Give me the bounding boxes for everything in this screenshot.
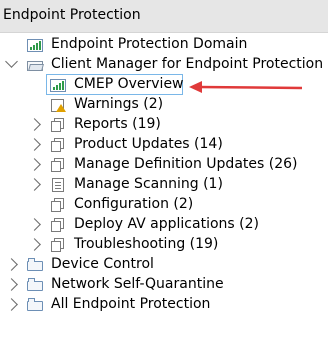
warning-report-icon — [50, 98, 66, 112]
chart-icon — [27, 38, 43, 52]
tree-item-label: Endpoint Protection Domain — [51, 36, 248, 52]
expand-arrow-icon[interactable] — [5, 258, 18, 271]
expand-arrow-icon[interactable] — [5, 55, 18, 68]
multi-doc-icon — [50, 158, 66, 172]
tree-item-troubleshooting[interactable]: Troubleshooting (19) — [0, 235, 328, 255]
expand-arrow-icon[interactable] — [28, 178, 41, 191]
tree-item-label: Network Self-Quarantine — [51, 276, 224, 292]
tree-item-product-updates[interactable]: Product Updates (14) — [0, 135, 328, 155]
annotation-arrow-icon — [189, 81, 303, 93]
tree-item-label: Product Updates (14) — [74, 136, 223, 152]
reports-icon — [50, 118, 66, 132]
tree-item-label: Troubleshooting (19) — [74, 236, 219, 252]
open-folder-icon — [27, 58, 44, 72]
doc-icon — [50, 178, 66, 192]
multi-doc-icon — [50, 138, 66, 152]
tree-item-label: Reports (19) — [74, 116, 161, 132]
tree-item-configuration[interactable]: Configuration (2) — [0, 195, 328, 215]
multi-doc-icon — [50, 238, 66, 252]
panel-header: Endpoint Protection — [0, 0, 328, 33]
tree-item-label: Manage Definition Updates (26) — [74, 156, 298, 172]
tree-item-client-manager[interactable]: Client Manager for Endpoint Protection — [0, 55, 328, 75]
tree-item-manage-definition-updates[interactable]: Manage Definition Updates (26) — [0, 155, 328, 175]
tree-item-label: Warnings (2) — [74, 96, 164, 112]
tree-item-all-endpoint-protection[interactable]: All Endpoint Protection — [0, 295, 328, 315]
tree-item-label: Manage Scanning (1) — [74, 176, 223, 192]
expand-arrow-icon[interactable] — [28, 138, 41, 151]
expand-arrow-icon[interactable] — [5, 278, 18, 291]
expand-arrow-icon[interactable] — [28, 238, 41, 251]
expand-arrow-icon[interactable] — [28, 218, 41, 231]
expand-arrow-icon[interactable] — [28, 158, 41, 171]
tree-item-label: Device Control — [51, 256, 154, 272]
tree-item-deploy-av-applications[interactable]: Deploy AV applications (2) — [0, 215, 328, 235]
tree-item-network-self-quarantine[interactable]: Network Self-Quarantine — [0, 275, 328, 295]
tree-item-label: Client Manager for Endpoint Protection — [51, 56, 324, 72]
folder-icon — [27, 258, 43, 272]
config-icon — [50, 198, 66, 212]
tree-item-manage-scanning[interactable]: Manage Scanning (1) — [0, 175, 328, 195]
expand-arrow-icon[interactable] — [5, 298, 18, 311]
multi-doc-icon — [50, 218, 66, 232]
tree-item-endpoint-protection-domain[interactable]: Endpoint Protection Domain — [0, 35, 328, 55]
tree-item-label: CMEP Overview — [74, 76, 184, 92]
tree-item-device-control[interactable]: Device Control — [0, 255, 328, 275]
chart-icon — [50, 78, 66, 92]
tree-item-warnings[interactable]: Warnings (2) — [0, 95, 328, 115]
tree-item-reports[interactable]: Reports (19) — [0, 115, 328, 135]
folder-icon — [27, 298, 43, 312]
tree-item-label: Deploy AV applications (2) — [74, 216, 259, 232]
tree-item-label: All Endpoint Protection — [51, 296, 211, 312]
folder-icon — [27, 278, 43, 292]
panel-title: Endpoint Protection — [3, 7, 141, 23]
tree-item-label: Configuration (2) — [74, 196, 194, 212]
expand-arrow-icon[interactable] — [28, 118, 41, 131]
